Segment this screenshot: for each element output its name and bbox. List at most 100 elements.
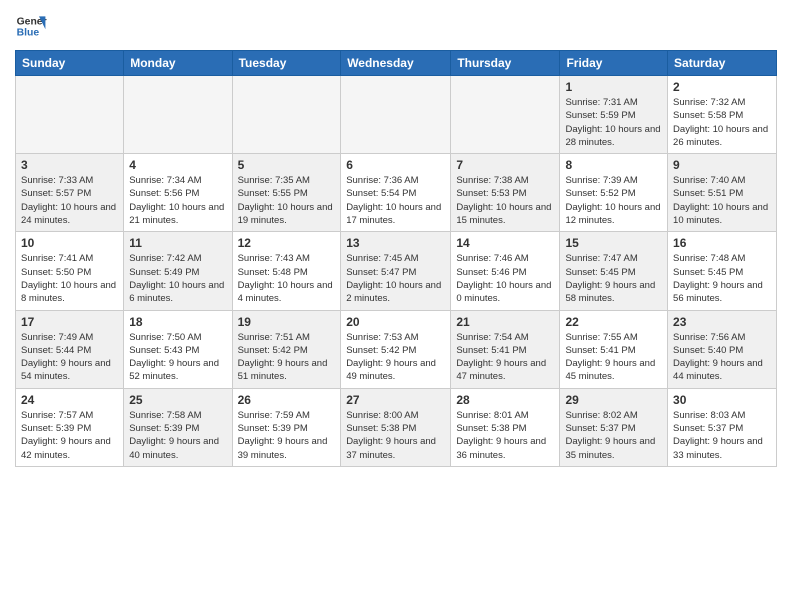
day-cell: 24 Sunrise: 7:57 AM Sunset: 5:39 PM Dayli… [16, 388, 124, 466]
day-cell: 6 Sunrise: 7:36 AM Sunset: 5:54 PM Daylig… [341, 154, 451, 232]
day-cell: 4 Sunrise: 7:34 AM Sunset: 5:56 PM Daylig… [124, 154, 232, 232]
weekday-header-friday: Friday [560, 51, 668, 76]
day-cell [451, 76, 560, 154]
day-cell: 20Sunrise: 7:53 AM Sunset: 5:42 PM Dayli… [341, 310, 451, 388]
day-cell: 16 Sunrise: 7:48 AM Sunset: 5:45 PM Dayli… [668, 232, 777, 310]
day-cell: 3Sunrise: 7:33 AM Sunset: 5:57 PM Daylig… [16, 154, 124, 232]
day-info: Sunrise: 7:53 AM Sunset: 5:42 PM Dayligh… [346, 331, 445, 384]
day-number: 24 [21, 393, 118, 407]
day-info: Sunrise: 7:33 AM Sunset: 5:57 PM Dayligh… [21, 174, 118, 227]
weekday-header-row: SundayMondayTuesdayWednesdayThursdayFrid… [16, 51, 777, 76]
day-info: Sunrise: 7:51 AM Sunset: 5:42 PM Dayligh… [238, 331, 336, 384]
day-number: 22 [565, 315, 662, 329]
logo-icon: General Blue [15, 10, 47, 42]
logo: General Blue [15, 10, 47, 42]
day-number: 26 [238, 393, 336, 407]
day-cell: 25 Sunrise: 7:58 AM Sunset: 5:39 PM Dayli… [124, 388, 232, 466]
day-cell: 13 Sunrise: 7:45 AM Sunset: 5:47 PM Dayli… [341, 232, 451, 310]
day-number: 6 [346, 158, 445, 172]
day-info: Sunrise: 7:57 AM Sunset: 5:39 PM Dayligh… [21, 409, 118, 462]
day-cell [341, 76, 451, 154]
weekday-header-saturday: Saturday [668, 51, 777, 76]
day-info: Sunrise: 7:43 AM Sunset: 5:48 PM Dayligh… [238, 252, 336, 305]
day-info: Sunrise: 7:56 AM Sunset: 5:40 PM Dayligh… [673, 331, 771, 384]
page: General Blue SundayMondayTuesdayWednesda… [0, 0, 792, 612]
day-info: Sunrise: 7:39 AM Sunset: 5:52 PM Dayligh… [565, 174, 662, 227]
day-number: 23 [673, 315, 771, 329]
week-row-1: 1Sunrise: 7:31 AM Sunset: 5:59 PM Daylig… [16, 76, 777, 154]
day-info: Sunrise: 7:45 AM Sunset: 5:47 PM Dayligh… [346, 252, 445, 305]
day-number: 4 [129, 158, 226, 172]
day-cell: 23 Sunrise: 7:56 AM Sunset: 5:40 PM Dayli… [668, 310, 777, 388]
day-info: Sunrise: 7:46 AM Sunset: 5:46 PM Dayligh… [456, 252, 554, 305]
day-info: Sunrise: 7:42 AM Sunset: 5:49 PM Dayligh… [129, 252, 226, 305]
day-cell [124, 76, 232, 154]
day-info: Sunrise: 7:55 AM Sunset: 5:41 PM Dayligh… [565, 331, 662, 384]
weekday-header-tuesday: Tuesday [232, 51, 341, 76]
day-cell: 22 Sunrise: 7:55 AM Sunset: 5:41 PM Dayli… [560, 310, 668, 388]
day-cell [232, 76, 341, 154]
day-cell: 17 Sunrise: 7:49 AM Sunset: 5:44 PM Dayli… [16, 310, 124, 388]
day-cell: 8 Sunrise: 7:39 AM Sunset: 5:52 PM Daylig… [560, 154, 668, 232]
calendar-table: SundayMondayTuesdayWednesdayThursdayFrid… [15, 50, 777, 467]
day-number: 13 [346, 236, 445, 250]
weekday-header-wednesday: Wednesday [341, 51, 451, 76]
header: General Blue [15, 10, 777, 42]
day-info: Sunrise: 7:54 AM Sunset: 5:41 PM Dayligh… [456, 331, 554, 384]
day-number: 1 [565, 80, 662, 94]
day-info: Sunrise: 7:49 AM Sunset: 5:44 PM Dayligh… [21, 331, 118, 384]
day-number: 7 [456, 158, 554, 172]
day-cell: 21 Sunrise: 7:54 AM Sunset: 5:41 PM Dayli… [451, 310, 560, 388]
day-cell: 14 Sunrise: 7:46 AM Sunset: 5:46 PM Dayli… [451, 232, 560, 310]
week-row-5: 24 Sunrise: 7:57 AM Sunset: 5:39 PM Dayli… [16, 388, 777, 466]
day-cell: 12 Sunrise: 7:43 AM Sunset: 5:48 PM Dayli… [232, 232, 341, 310]
day-cell: 19 Sunrise: 7:51 AM Sunset: 5:42 PM Dayli… [232, 310, 341, 388]
svg-text:Blue: Blue [17, 28, 40, 39]
day-info: Sunrise: 7:38 AM Sunset: 5:53 PM Dayligh… [456, 174, 554, 227]
day-number: 10 [21, 236, 118, 250]
day-info: Sunrise: 8:02 AM Sunset: 5:37 PM Dayligh… [565, 409, 662, 462]
day-number: 16 [673, 236, 771, 250]
day-number: 17 [21, 315, 118, 329]
day-info: Sunrise: 8:00 AM Sunset: 5:38 PM Dayligh… [346, 409, 445, 462]
weekday-header-monday: Monday [124, 51, 232, 76]
day-cell: 28Sunrise: 8:01 AM Sunset: 5:38 PM Dayli… [451, 388, 560, 466]
day-info: Sunrise: 7:48 AM Sunset: 5:45 PM Dayligh… [673, 252, 771, 305]
day-info: Sunrise: 7:40 AM Sunset: 5:51 PM Dayligh… [673, 174, 771, 227]
day-info: Sunrise: 7:36 AM Sunset: 5:54 PM Dayligh… [346, 174, 445, 227]
day-number: 19 [238, 315, 336, 329]
day-number: 11 [129, 236, 226, 250]
weekday-header-sunday: Sunday [16, 51, 124, 76]
day-number: 14 [456, 236, 554, 250]
day-cell: 7 Sunrise: 7:38 AM Sunset: 5:53 PM Daylig… [451, 154, 560, 232]
day-number: 5 [238, 158, 336, 172]
day-cell: 26 Sunrise: 7:59 AM Sunset: 5:39 PM Dayli… [232, 388, 341, 466]
day-cell: 1Sunrise: 7:31 AM Sunset: 5:59 PM Daylig… [560, 76, 668, 154]
day-info: Sunrise: 7:58 AM Sunset: 5:39 PM Dayligh… [129, 409, 226, 462]
day-info: Sunrise: 7:34 AM Sunset: 5:56 PM Dayligh… [129, 174, 226, 227]
day-number: 25 [129, 393, 226, 407]
day-number: 21 [456, 315, 554, 329]
day-number: 12 [238, 236, 336, 250]
day-info: Sunrise: 8:03 AM Sunset: 5:37 PM Dayligh… [673, 409, 771, 462]
week-row-2: 3Sunrise: 7:33 AM Sunset: 5:57 PM Daylig… [16, 154, 777, 232]
day-number: 28 [456, 393, 554, 407]
week-row-4: 17 Sunrise: 7:49 AM Sunset: 5:44 PM Dayli… [16, 310, 777, 388]
week-row-3: 10 Sunrise: 7:41 AM Sunset: 5:50 PM Dayli… [16, 232, 777, 310]
day-info: Sunrise: 7:41 AM Sunset: 5:50 PM Dayligh… [21, 252, 118, 305]
day-info: Sunrise: 7:47 AM Sunset: 5:45 PM Dayligh… [565, 252, 662, 305]
day-number: 30 [673, 393, 771, 407]
day-cell: 11 Sunrise: 7:42 AM Sunset: 5:49 PM Dayli… [124, 232, 232, 310]
day-info: Sunrise: 7:59 AM Sunset: 5:39 PM Dayligh… [238, 409, 336, 462]
day-cell: 15 Sunrise: 7:47 AM Sunset: 5:45 PM Dayli… [560, 232, 668, 310]
day-cell: 2 Sunrise: 7:32 AM Sunset: 5:58 PM Daylig… [668, 76, 777, 154]
day-info: Sunrise: 7:50 AM Sunset: 5:43 PM Dayligh… [129, 331, 226, 384]
day-number: 9 [673, 158, 771, 172]
day-cell: 27 Sunrise: 8:00 AM Sunset: 5:38 PM Dayli… [341, 388, 451, 466]
day-number: 8 [565, 158, 662, 172]
day-number: 27 [346, 393, 445, 407]
day-number: 15 [565, 236, 662, 250]
day-cell: 5Sunrise: 7:35 AM Sunset: 5:55 PM Daylig… [232, 154, 341, 232]
day-info: Sunrise: 7:32 AM Sunset: 5:58 PM Dayligh… [673, 96, 771, 149]
day-number: 2 [673, 80, 771, 94]
